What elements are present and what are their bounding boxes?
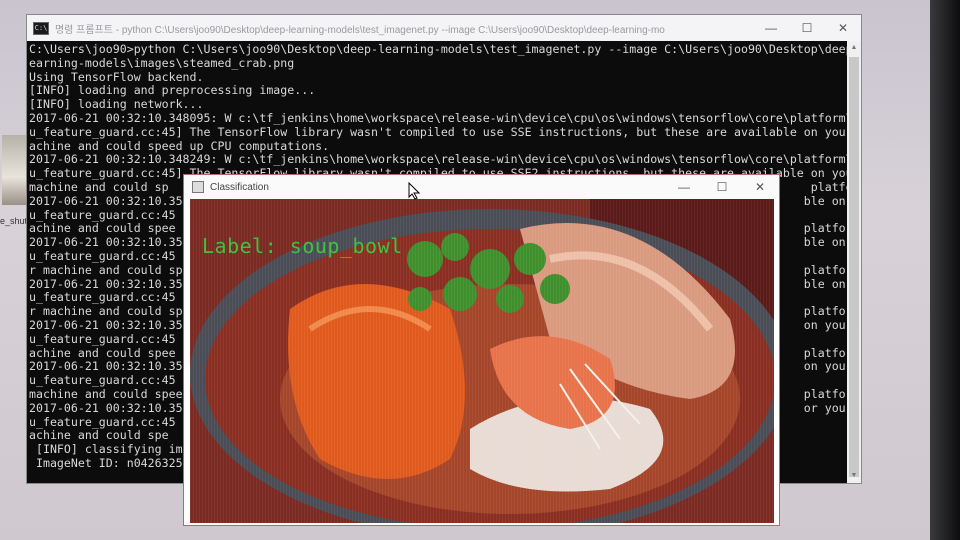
console-line: C:\Users\joo90>python C:\Users\joo90\Des… [29, 42, 847, 56]
console-titlebar[interactable]: C:\ 명령 프롬프트 - python C:\Users\joo90\Desk… [27, 15, 861, 41]
classification-maximize-button[interactable]: ☐ [703, 175, 741, 199]
console-line: 2017-06-21 00:32:10.348095: W c:\tf_jenk… [29, 110, 847, 125]
console-line: 2017-06-21 00:32:10.348249: W c:\tf_jenk… [29, 152, 847, 167]
desktop-file-icon[interactable] [2, 135, 28, 205]
console-close-button[interactable]: ✕ [825, 15, 861, 41]
console-line: [INFO] loading network... [29, 97, 204, 112]
cmd-icon: C:\ [33, 21, 49, 35]
console-line: u_feature_guard.cc:45] The TensorFlow li… [29, 124, 847, 139]
window-icon [192, 181, 204, 193]
classification-close-button[interactable]: ✕ [741, 175, 779, 199]
classification-window[interactable]: Classification — ☐ ✕ Label: soup_bowl [183, 174, 780, 526]
console-title: 명령 프롬프트 - python C:\Users\joo90\Desktop\… [54, 24, 665, 36]
console-line: [INFO] loading and preprocessing image..… [29, 83, 316, 98]
console-line: Using TensorFlow backend. [29, 69, 204, 84]
scrollbar-thumb[interactable] [849, 57, 859, 477]
classification-minimize-button[interactable]: — [665, 175, 703, 199]
monitor-bezel [930, 0, 960, 540]
classification-titlebar[interactable]: Classification — ☐ ✕ [184, 175, 779, 199]
mouse-cursor-icon [408, 181, 421, 205]
console-line: achine and could speed up CPU computatio… [29, 138, 330, 153]
console-line: earning-models\images\steamed_crab.png [29, 55, 295, 70]
scroll-up-arrow-icon[interactable]: ▲ [847, 41, 861, 55]
console-maximize-button[interactable]: ☐ [789, 15, 825, 41]
scroll-down-arrow-icon[interactable]: ▼ [847, 469, 861, 483]
classification-title: Classification [210, 181, 269, 193]
console-minimize-button[interactable]: — [753, 15, 789, 41]
steamed-crab-image: Label: soup_bowl [190, 199, 774, 523]
console-scrollbar[interactable]: ▲ ▼ [847, 41, 861, 483]
classification-label: Label: soup_bowl [202, 234, 403, 258]
